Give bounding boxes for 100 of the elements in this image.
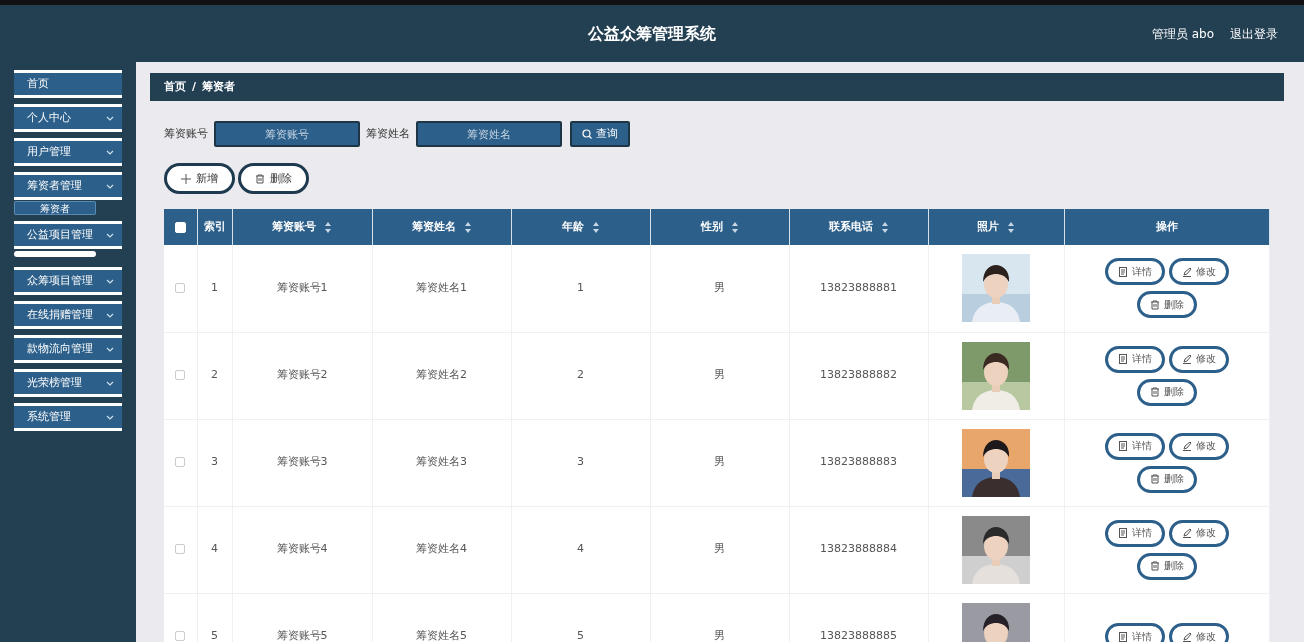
detail-button[interactable]: 详情 xyxy=(1104,258,1165,286)
edit-button[interactable]: 修改 xyxy=(1168,519,1229,547)
table-cell: 男 xyxy=(714,455,725,469)
chevron-down-icon xyxy=(106,115,114,121)
document-icon xyxy=(1117,631,1128,642)
pencil-icon xyxy=(1181,441,1192,451)
sidebar-item[interactable]: 款物流向管理 xyxy=(14,335,122,363)
table-cell: 筹资姓名2 xyxy=(416,368,467,382)
sidebar-item[interactable]: 首页 xyxy=(14,70,122,98)
sidebar-item[interactable]: 筹资者管理 xyxy=(14,172,122,200)
add-button[interactable]: 新增 xyxy=(164,163,235,194)
table-cell: 4 xyxy=(577,542,584,556)
sidebar-item[interactable]: 个人中心 xyxy=(14,104,122,132)
table-cell: 2 xyxy=(211,368,218,382)
table-cell: 筹资账号2 xyxy=(276,368,328,382)
table-cell: 2 xyxy=(577,368,584,382)
table-cell: 男 xyxy=(714,368,725,382)
delete-button[interactable]: 删除 xyxy=(1136,291,1197,319)
edit-button[interactable]: 修改 xyxy=(1168,258,1229,286)
trash-icon xyxy=(1149,387,1160,397)
column-header[interactable]: 操作 xyxy=(1155,219,1178,235)
detail-button[interactable]: 详情 xyxy=(1104,345,1165,373)
delete-button[interactable]: 删除 xyxy=(1136,552,1197,580)
breadcrumb-separator: / xyxy=(192,78,197,95)
chevron-down-icon xyxy=(106,149,114,155)
delete-button[interactable]: 删除 xyxy=(1136,378,1197,406)
table-cell: 筹资账号1 xyxy=(276,281,328,294)
logout-link[interactable]: 退出登录 xyxy=(1230,24,1278,43)
table-cell: 筹资账号5 xyxy=(276,629,328,642)
table-cell: 4 xyxy=(211,542,218,556)
sidebar-item[interactable]: 众筹项目管理 xyxy=(14,267,122,295)
table-cell: 5 xyxy=(577,629,584,642)
table-cell: 13823888882 xyxy=(820,368,897,382)
row-checkbox[interactable] xyxy=(175,631,186,642)
table-cell: 男 xyxy=(714,629,725,642)
row-checkbox[interactable] xyxy=(175,544,186,555)
chevron-down-icon xyxy=(106,346,114,352)
row-checkbox[interactable] xyxy=(175,370,186,381)
submenu-item[interactable]: 筹资者 xyxy=(14,201,96,215)
detail-button[interactable]: 详情 xyxy=(1104,623,1165,642)
search-button[interactable]: 查询 xyxy=(570,121,630,147)
document-icon xyxy=(1117,441,1128,451)
table-cell: 13823888881 xyxy=(820,281,897,294)
column-header[interactable]: 筹资账号 xyxy=(272,219,332,235)
pencil-icon xyxy=(1181,354,1192,364)
row-checkbox[interactable] xyxy=(175,457,186,468)
plus-icon xyxy=(181,173,191,184)
pencil-icon xyxy=(1181,631,1192,642)
table-cell: 13823888885 xyxy=(820,629,897,642)
column-header[interactable]: 照片 xyxy=(977,219,1015,235)
breadcrumb-link[interactable]: 首页 xyxy=(164,78,186,96)
document-icon xyxy=(1117,528,1128,538)
chevron-down-icon xyxy=(106,232,114,238)
table-cell: 男 xyxy=(714,542,725,556)
column-header[interactable]: 年龄 xyxy=(561,219,600,235)
trash-icon xyxy=(1149,299,1160,310)
sidebar-item[interactable]: 公益项目管理 xyxy=(14,221,122,249)
pencil-icon xyxy=(1181,528,1192,538)
table-cell: 3 xyxy=(211,455,218,469)
chevron-down-icon xyxy=(106,414,114,420)
edit-button[interactable]: 修改 xyxy=(1168,432,1229,460)
delete-button[interactable]: 删除 xyxy=(238,163,309,194)
search-icon xyxy=(582,129,592,139)
table-cell: 1 xyxy=(211,281,218,294)
column-header[interactable]: 性别 xyxy=(700,219,739,235)
sidebar-item[interactable]: 用户管理 xyxy=(14,138,122,166)
field-label: 筹资姓名 xyxy=(366,126,410,142)
table-cell: 男 xyxy=(714,281,725,294)
table-cell: 筹资账号4 xyxy=(276,542,328,556)
detail-button[interactable]: 详情 xyxy=(1104,519,1165,547)
admin-label: 管理员 abo xyxy=(1151,25,1214,43)
chevron-down-icon xyxy=(106,312,114,318)
table-cell: 1 xyxy=(577,281,584,294)
sidebar-item[interactable]: 在线捐赠管理 xyxy=(14,301,122,329)
search-field[interactable]: 筹资姓名 xyxy=(416,121,562,147)
sidebar-item[interactable]: 系统管理 xyxy=(14,403,122,431)
trash-icon xyxy=(1149,561,1160,571)
table-cell: 5 xyxy=(211,629,218,642)
table-cell: 筹资账号3 xyxy=(276,455,328,469)
breadcrumb-link[interactable]: 筹资者 xyxy=(202,78,236,96)
search-field[interactable]: 筹资账号 xyxy=(214,121,360,147)
edit-button[interactable]: 修改 xyxy=(1168,345,1229,373)
chevron-down-icon xyxy=(106,380,114,386)
edit-button[interactable]: 修改 xyxy=(1168,623,1229,642)
table-cell: 筹资姓名3 xyxy=(416,455,467,469)
column-header[interactable]: 联系电话 xyxy=(828,219,889,235)
table-cell: 筹资姓名4 xyxy=(416,542,467,556)
trash-icon xyxy=(1149,474,1160,484)
table-cell: 筹资姓名1 xyxy=(416,281,467,294)
table-cell: 13823888883 xyxy=(820,455,897,469)
sidebar-item[interactable]: 光荣榜管理 xyxy=(14,369,122,397)
detail-button[interactable]: 详情 xyxy=(1104,432,1165,460)
select-all-checkbox[interactable] xyxy=(174,221,186,233)
chevron-down-icon xyxy=(106,183,114,189)
table-cell: 3 xyxy=(577,455,584,469)
row-checkbox[interactable] xyxy=(175,283,186,293)
document-icon xyxy=(1117,354,1128,364)
column-header[interactable]: 筹资姓名 xyxy=(411,219,472,235)
table-cell: 13823888884 xyxy=(820,542,897,556)
delete-button[interactable]: 删除 xyxy=(1136,465,1197,493)
